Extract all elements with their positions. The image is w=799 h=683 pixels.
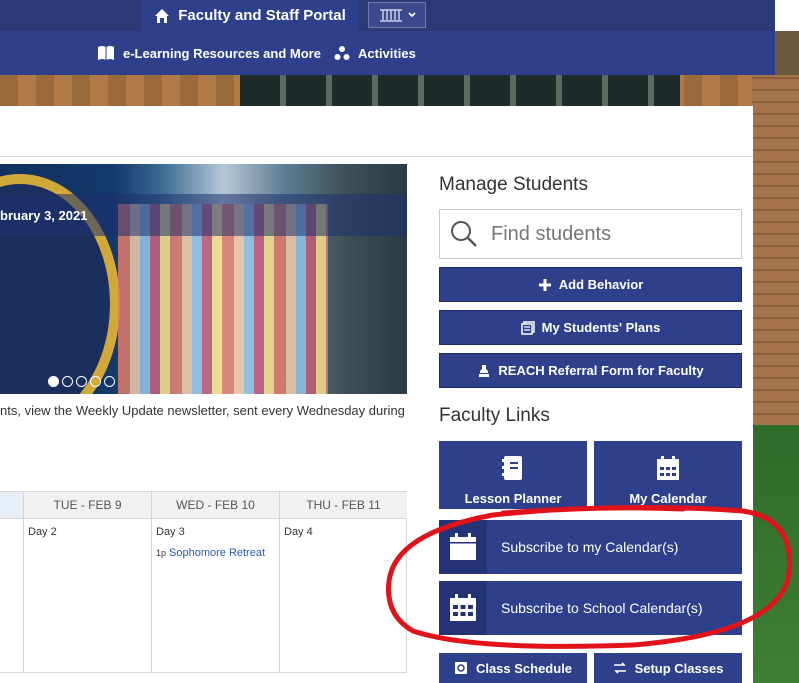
calendar-header: TUE - FEB 9 (23, 492, 151, 519)
my-calendar-label: My Calendar (629, 491, 707, 506)
event-time: 1p (156, 548, 167, 558)
nav-elearning-label: e-Learning Resources and More (123, 45, 321, 61)
calendar-day-label: Day 4 (284, 526, 313, 538)
calendar-day-label: Day 3 (156, 526, 185, 538)
my-students-plans-button[interactable]: My Students' Plans (439, 310, 742, 345)
carousel-dot[interactable] (90, 376, 101, 387)
subscribe-my-calendar-label: Subscribe to my Calendar(s) (501, 539, 679, 555)
carousel-dot[interactable] (104, 376, 115, 387)
referral-icon (479, 364, 490, 377)
calendar-blank-icon (450, 533, 476, 560)
subscribe-school-calendar-button[interactable]: Subscribe to School Calendar(s) (439, 581, 742, 635)
subscribe-my-calendar-icon-box (439, 520, 487, 574)
calendar-day-cell[interactable]: Day 3 1p Sophomore Retreat (151, 519, 279, 672)
calendar-day-cell[interactable]: Day 4 (279, 519, 407, 672)
calendar-day-label: Day 2 (28, 526, 57, 538)
week-calendar: TUE - FEB 9 WED - FEB 10 THU - FEB 11 Da… (0, 491, 407, 673)
plus-icon (538, 278, 551, 291)
lesson-planner-tile[interactable]: Lesson Planner (439, 441, 587, 509)
news-carousel[interactable]: bruary 3, 2021 (0, 164, 407, 394)
news-text: nts, view the Weekly Update newsletter, … (0, 403, 405, 418)
calendar-event[interactable]: 1p Sophomore Retreat (156, 547, 265, 559)
calendar-day-cell[interactable]: Day 2 (23, 519, 151, 672)
subscribe-school-calendar-icon-box (439, 581, 487, 635)
nav-activities-label: Activities (358, 45, 416, 61)
schedule-icon (454, 662, 467, 674)
calendar-header (0, 492, 23, 519)
activities-icon (334, 46, 350, 60)
plans-icon (520, 320, 535, 335)
lesson-planner-label: Lesson Planner (464, 491, 562, 506)
header-divider (0, 156, 753, 157)
top-right-blank (775, 0, 799, 31)
portal-tab-label: Faculty and Staff Portal (178, 7, 346, 24)
background-grass (752, 425, 799, 683)
nav-elearning[interactable]: e-Learning Resources and More (97, 31, 321, 75)
book-icon (98, 46, 114, 60)
my-students-plans-label: My Students' Plans (541, 320, 661, 335)
calendar-header: THU - FEB 11 (279, 492, 407, 519)
carousel-dot[interactable] (48, 376, 59, 387)
faculty-links-title: Faculty Links (439, 405, 550, 426)
carousel-dot[interactable] (76, 376, 87, 387)
school-logo-dropdown[interactable] (368, 2, 426, 28)
background-brick (752, 75, 799, 425)
setup-classes-button[interactable]: Setup Classes (594, 653, 742, 683)
calendar-grid-icon (450, 594, 476, 621)
chevron-down-icon (408, 12, 416, 18)
sub-nav-bar: e-Learning Resources and More Activities (0, 31, 775, 75)
event-title: Sophomore Retreat (169, 547, 266, 559)
add-behavior-button[interactable]: Add Behavior (439, 267, 742, 302)
my-calendar-tile[interactable]: My Calendar (594, 441, 742, 509)
manage-students-title: Manage Students (439, 174, 588, 195)
subscribe-my-calendar-button[interactable]: Subscribe to my Calendar(s) (439, 520, 742, 574)
reach-referral-button[interactable]: REACH Referral Form for Faculty (439, 353, 742, 388)
exchange-icon (613, 662, 626, 674)
carousel-caption: bruary 3, 2021 (0, 208, 88, 223)
reach-referral-label: REACH Referral Form for Faculty (498, 363, 704, 378)
carousel-dots (48, 376, 115, 387)
home-icon (155, 8, 170, 23)
setup-classes-label: Setup Classes (634, 660, 724, 676)
background-windows (240, 75, 680, 107)
calendar-icon (657, 456, 679, 480)
portal-tab[interactable]: Faculty and Staff Portal (141, 0, 359, 31)
find-students-input[interactable] (491, 222, 721, 246)
subscribe-school-calendar-label: Subscribe to School Calendar(s) (501, 600, 703, 616)
notebook-icon (502, 456, 522, 480)
add-behavior-label: Add Behavior (558, 277, 644, 292)
top-nav-bar: Faculty and Staff Portal (0, 0, 775, 31)
search-icon (451, 221, 477, 247)
carousel-dot[interactable] (62, 376, 73, 387)
nav-activities[interactable]: Activities (334, 31, 416, 75)
find-students-search[interactable] (439, 209, 742, 259)
school-logo-icon (380, 9, 402, 22)
class-schedule-button[interactable]: Class Schedule (439, 653, 587, 683)
class-schedule-label: Class Schedule (475, 660, 573, 676)
calendar-header: WED - FEB 10 (151, 492, 279, 519)
